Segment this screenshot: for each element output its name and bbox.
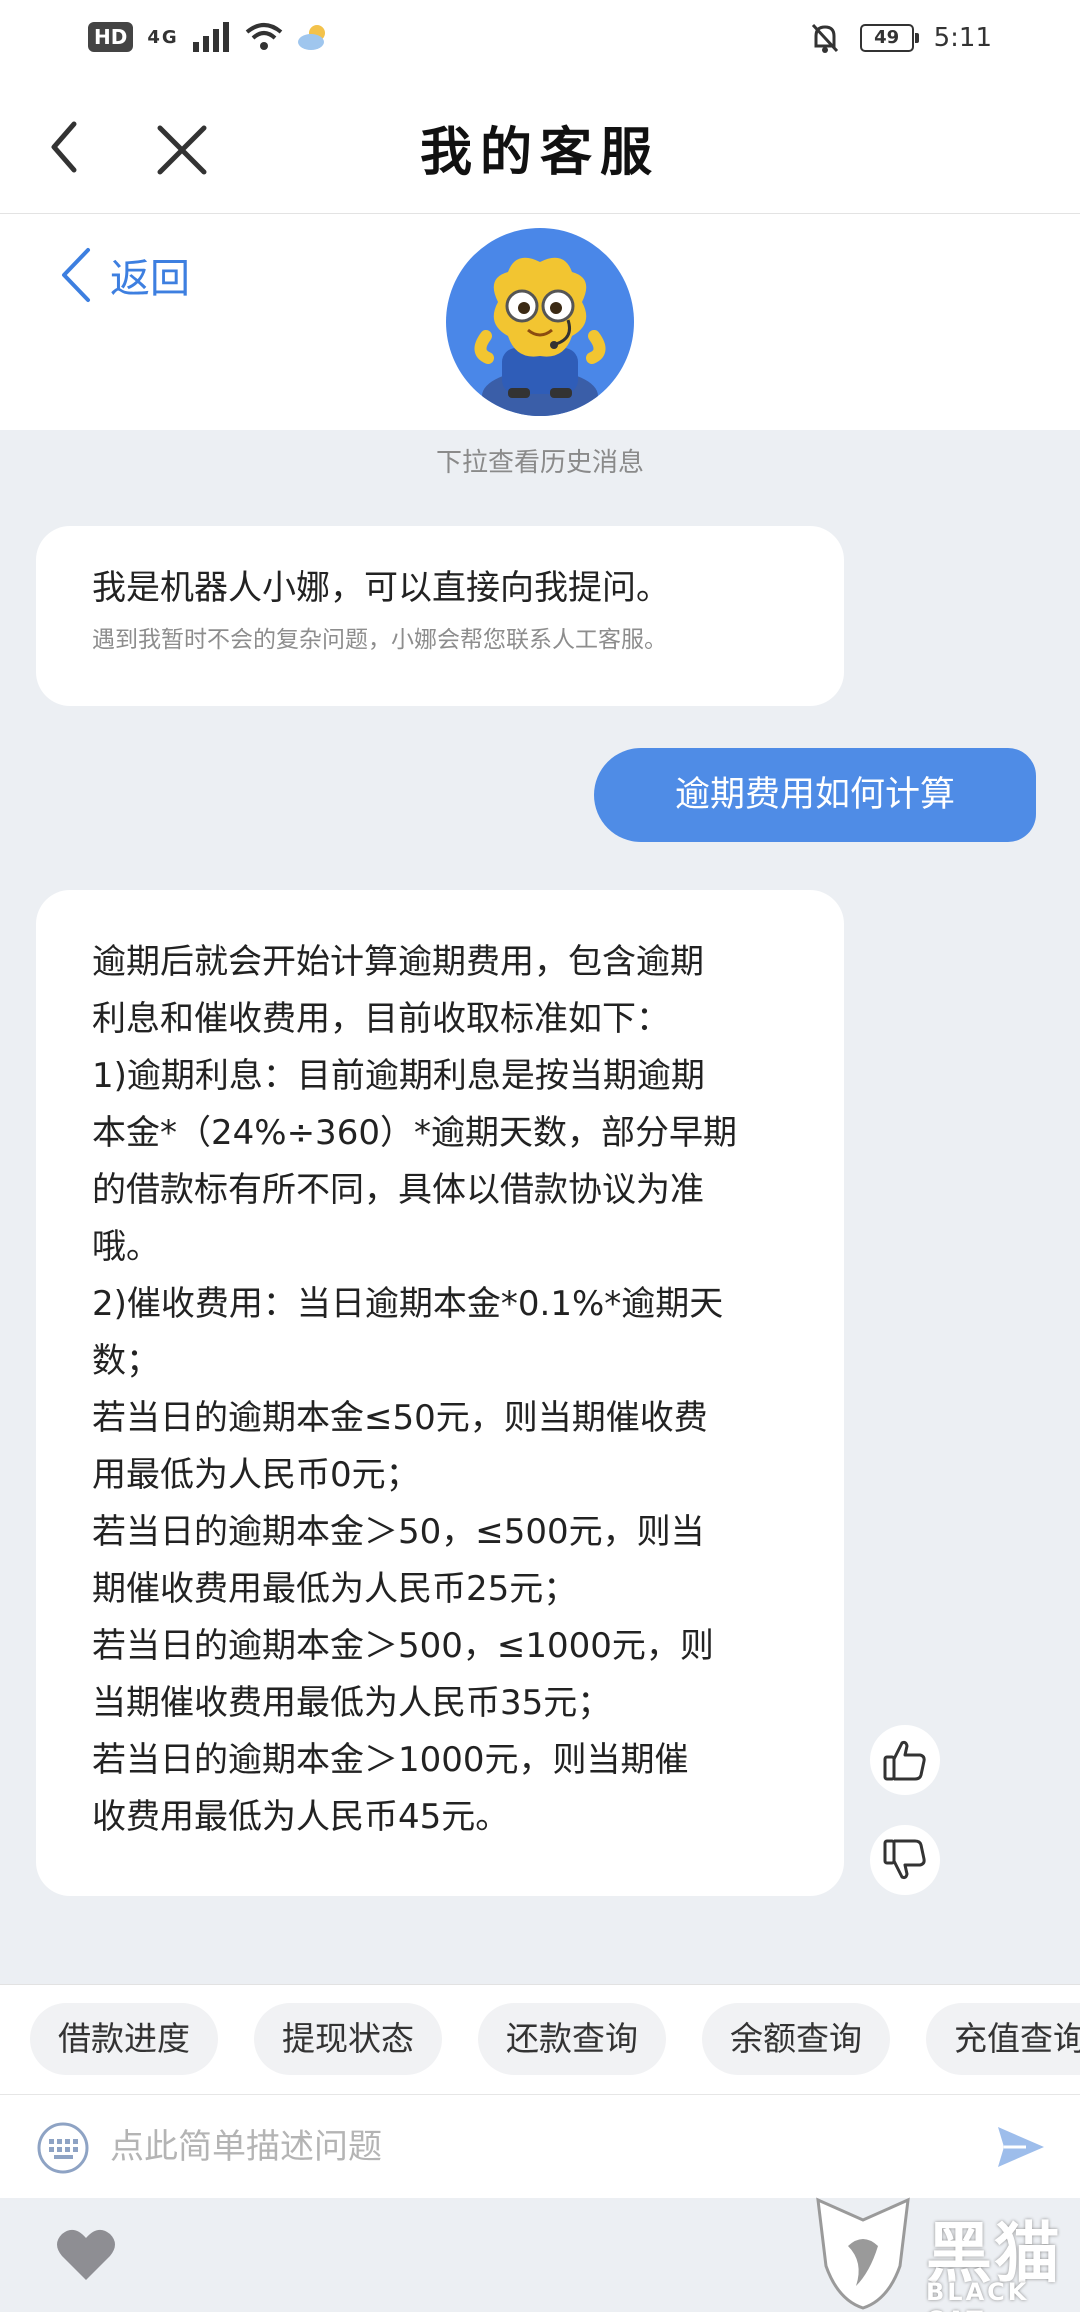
chip-loan-progress[interactable]: 借款进度 <box>30 2003 218 2075</box>
page-title: 我的客服 <box>419 122 660 183</box>
answer-line: 若当日的逾期本金＞1000元，则当期催 <box>92 1740 689 1780</box>
answer-line: 本金*（24%÷360）*逾期天数，部分早期 <box>92 1113 737 1153</box>
signal-icon <box>192 22 229 52</box>
return-button[interactable]: 返回 <box>56 244 190 306</box>
intro-sub-text: 遇到我暂时不会的复杂问题，小娜会帮您联系人工客服。 <box>92 627 667 653</box>
thumbs-up-icon <box>883 1740 926 1781</box>
answer-line: 若当日的逾期本金＞500，≤1000元，则 <box>92 1626 714 1666</box>
heart-icon[interactable] <box>54 2226 118 2284</box>
return-label: 返回 <box>110 256 190 302</box>
answer-line: 利息和催收费用，目前收取标准如下： <box>92 999 670 1039</box>
chip-withdraw-status[interactable]: 提现状态 <box>254 2003 442 2075</box>
network-indicator: 4G <box>147 26 179 48</box>
watermark: 黑猫 BLACK CAT <box>800 2196 1080 2312</box>
answer-line: 2)催收费用：当日逾期本金*0.1%*逾期天 <box>92 1284 724 1324</box>
title-bar: 我的客服 <box>0 80 1080 214</box>
chip-repayment-query[interactable]: 还款查询 <box>478 2003 666 2075</box>
user-message: 逾期费用如何计算 <box>594 748 1036 842</box>
answer-line: 数； <box>92 1341 160 1381</box>
bot-message-intro: 我是机器人小娜，可以直接向我提问。 遇到我暂时不会的复杂问题，小娜会帮您联系人工… <box>36 526 844 706</box>
send-icon[interactable] <box>996 2123 1046 2171</box>
answer-line: 1)逾期利息：目前逾期利息是按当期逾期 <box>92 1056 705 1096</box>
answer-line: 逾期后就会开始计算逾期费用，包含逾期 <box>92 942 704 982</box>
bot-avatar <box>446 228 634 416</box>
history-hint: 下拉查看历史消息 <box>435 448 644 478</box>
quick-question-bar: 借款进度 提现状态 还款查询 余额查询 充值查询 <box>0 1984 1080 2094</box>
chat-header: 返回 <box>0 214 1080 430</box>
mute-bell-icon <box>811 23 838 53</box>
answer-line: 用最低为人民币0元； <box>92 1455 420 1495</box>
answer-line: 当期催收费用最低为人民币35元； <box>92 1683 612 1723</box>
like-button[interactable] <box>870 1725 940 1795</box>
battery-indicator: 49 <box>859 24 919 52</box>
intro-main-text: 我是机器人小娜，可以直接向我提问。 <box>92 568 670 608</box>
chip-recharge-query[interactable]: 充值查询 <box>926 2003 1080 2075</box>
black-cat-logo-icon <box>816 2197 910 2310</box>
bot-message-answer: 逾期后就会开始计算逾期费用，包含逾期 利息和催收费用，目前收取标准如下： 1)逾… <box>36 890 844 1896</box>
status-right: 49 5:11 <box>810 22 992 54</box>
status-bar: HD 4G 49 5:11 <box>0 0 1080 80</box>
input-bar <box>0 2094 1080 2198</box>
bot-mascot-icon <box>474 257 606 416</box>
chevron-left-icon <box>62 248 90 302</box>
chip-balance-query[interactable]: 余额查询 <box>702 2003 890 2075</box>
weather-icon <box>297 25 325 50</box>
answer-line: 哦。 <box>92 1227 160 1267</box>
thumbs-down-icon <box>883 1839 926 1880</box>
answer-line: 若当日的逾期本金≤50元，则当期催收费 <box>92 1398 708 1438</box>
answer-line: 的借款标有所不同，具体以借款协议为准 <box>92 1170 704 1210</box>
answer-line: 若当日的逾期本金＞50，≤500元，则当 <box>92 1512 705 1552</box>
watermark-en: BLACK CAT <box>926 2278 1030 2312</box>
answer-line: 收费用最低为人民币45元。 <box>92 1797 510 1837</box>
hd-badge: HD <box>88 22 134 52</box>
message-input[interactable] <box>110 2113 970 2181</box>
answer-line: 期催收费用最低为人民币25元； <box>92 1569 578 1609</box>
wifi-icon <box>245 23 282 50</box>
keyboard-icon[interactable] <box>36 2121 90 2175</box>
status-left: HD 4G <box>88 22 331 52</box>
clock: 5:11 <box>933 23 992 53</box>
dislike-button[interactable] <box>870 1825 940 1895</box>
